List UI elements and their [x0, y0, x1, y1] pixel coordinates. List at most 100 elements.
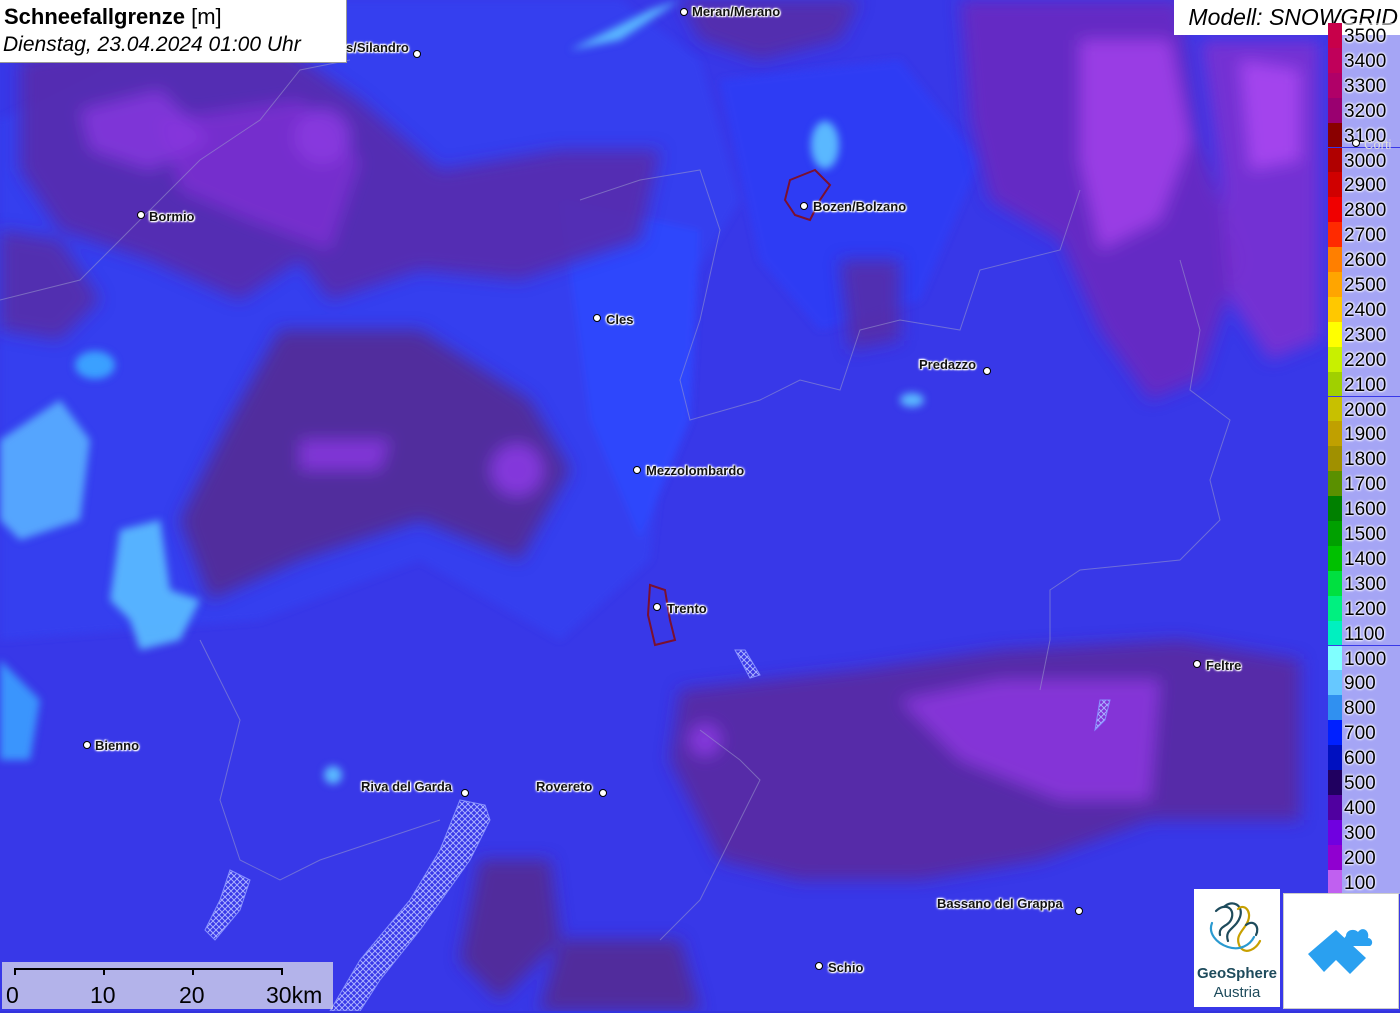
scale-tick — [192, 968, 194, 975]
city-marker[interactable] — [413, 50, 421, 58]
city-label: Cles — [606, 312, 634, 327]
city-marker[interactable] — [137, 211, 145, 219]
legend-label: 1100 — [1344, 623, 1385, 645]
color-legend: 3500 3400 3300 3200 3100 3000 2900 2800 2700 2600… — [1328, 23, 1400, 895]
legend-entry: 2000 — [1328, 396, 1400, 422]
city-label: s/Silandro — [346, 40, 409, 55]
legend-swatch — [1328, 396, 1342, 422]
legend-entry: 1000 — [1328, 645, 1400, 671]
legend-swatch — [1328, 620, 1342, 646]
legend-entry: 3200 — [1328, 97, 1400, 123]
geosphere-name: GeoSphere — [1196, 965, 1278, 982]
map-datetime: Dienstag, 23.04.2024 01:00 Uhr — [3, 33, 301, 56]
legend-label: 100 — [1344, 872, 1376, 894]
legend-label: 3200 — [1344, 100, 1387, 122]
legend-entry: 1300 — [1328, 570, 1400, 596]
city-marker[interactable] — [653, 603, 661, 611]
scale-label: 30km — [266, 982, 323, 1008]
legend-label: 1800 — [1344, 449, 1387, 471]
snowfall-line-map[interactable] — [0, 0, 1400, 1011]
legend-entry: 2500 — [1328, 272, 1400, 297]
legend-entry: 2900 — [1328, 172, 1400, 198]
geosphere-icon — [1209, 902, 1262, 952]
legend-swatch — [1328, 496, 1342, 521]
city-label: Bassano del Grappa — [937, 896, 1063, 911]
legend-label: 400 — [1344, 797, 1376, 819]
legend-label: 1600 — [1344, 499, 1387, 521]
city-marker[interactable] — [1193, 660, 1201, 668]
legend-label: 3300 — [1344, 75, 1387, 97]
legend-swatch — [1328, 446, 1342, 472]
city-label: Mezzolombardo — [646, 463, 745, 478]
scale-tick — [14, 968, 16, 975]
scale-label: 10 — [90, 982, 116, 1008]
city-marker[interactable] — [461, 789, 469, 797]
legend-swatch — [1328, 695, 1342, 721]
legend-entry: 2600 — [1328, 247, 1400, 272]
city-marker[interactable] — [633, 466, 641, 474]
geosphere-sub: Austria — [1213, 984, 1261, 1001]
legend-swatch — [1328, 471, 1342, 497]
legend-entry: 1100 — [1328, 620, 1400, 646]
legend-entry: 900 — [1328, 670, 1400, 696]
city-marker[interactable] — [599, 789, 607, 797]
legend-swatch — [1328, 570, 1342, 596]
legend-entry: 2300 — [1328, 321, 1400, 347]
city-marker[interactable] — [815, 962, 823, 970]
legend-label: 2200 — [1344, 349, 1387, 371]
legend-entry: 100 — [1328, 869, 1400, 895]
legend-entry: 1800 — [1328, 446, 1400, 472]
legend-entry: 200 — [1328, 844, 1400, 870]
legend-swatch — [1328, 521, 1342, 546]
legend-label: 2700 — [1344, 225, 1387, 247]
city-marker[interactable] — [983, 367, 991, 375]
legend-entry: 3300 — [1328, 72, 1400, 98]
legend-swatch — [1328, 321, 1342, 347]
city-marker[interactable] — [1075, 907, 1083, 915]
legend-label: 1900 — [1344, 424, 1387, 446]
legend-entry: 3400 — [1328, 47, 1400, 73]
legend-label: 2800 — [1344, 200, 1387, 222]
city-marker[interactable] — [800, 202, 808, 210]
city-marker[interactable] — [83, 741, 91, 749]
legend-swatch — [1328, 97, 1342, 123]
legend-swatch — [1328, 645, 1342, 671]
scale-label: 20 — [179, 982, 205, 1008]
city-label: Trento — [667, 601, 707, 616]
legend-swatch — [1328, 595, 1342, 621]
legend-swatch — [1328, 72, 1342, 98]
scale-tick — [281, 968, 283, 975]
city-marker[interactable] — [593, 314, 601, 322]
legend-swatch — [1328, 272, 1342, 297]
legend-swatch — [1328, 770, 1342, 795]
city-marker[interactable] — [680, 8, 688, 16]
legend-swatch — [1328, 147, 1342, 173]
city-marker[interactable] — [1352, 139, 1360, 147]
legend-label: 2900 — [1344, 175, 1387, 197]
city-label: Predazzo — [919, 357, 977, 372]
scale-line — [14, 968, 282, 970]
legend-label: 500 — [1344, 773, 1376, 794]
app-logo[interactable] — [1283, 893, 1399, 1009]
legend-entry: 2700 — [1328, 222, 1400, 248]
legend-label: 1700 — [1344, 474, 1387, 496]
legend-label: 900 — [1344, 673, 1376, 695]
legend-label: 200 — [1344, 847, 1376, 869]
legend-swatch — [1328, 346, 1342, 372]
legend-entry: 1200 — [1328, 595, 1400, 621]
legend-entry: 1500 — [1328, 521, 1400, 546]
legend-swatch — [1328, 545, 1342, 571]
legend-entry: 2100 — [1328, 371, 1400, 397]
legend-label: 2100 — [1344, 374, 1387, 396]
legend-label: 300 — [1344, 822, 1376, 844]
legend-swatch — [1328, 296, 1342, 322]
legend-swatch — [1328, 844, 1342, 870]
legend-entry: 2800 — [1328, 197, 1400, 223]
legend-label: 3500 — [1344, 26, 1387, 47]
legend-swatch — [1328, 421, 1342, 447]
legend-swatch — [1328, 222, 1342, 248]
legend-swatch — [1328, 247, 1342, 272]
legend-label: 3400 — [1344, 50, 1387, 72]
geosphere-logo[interactable]: GeoSphere Austria — [1194, 889, 1280, 1007]
legend-label: 2300 — [1344, 324, 1387, 346]
